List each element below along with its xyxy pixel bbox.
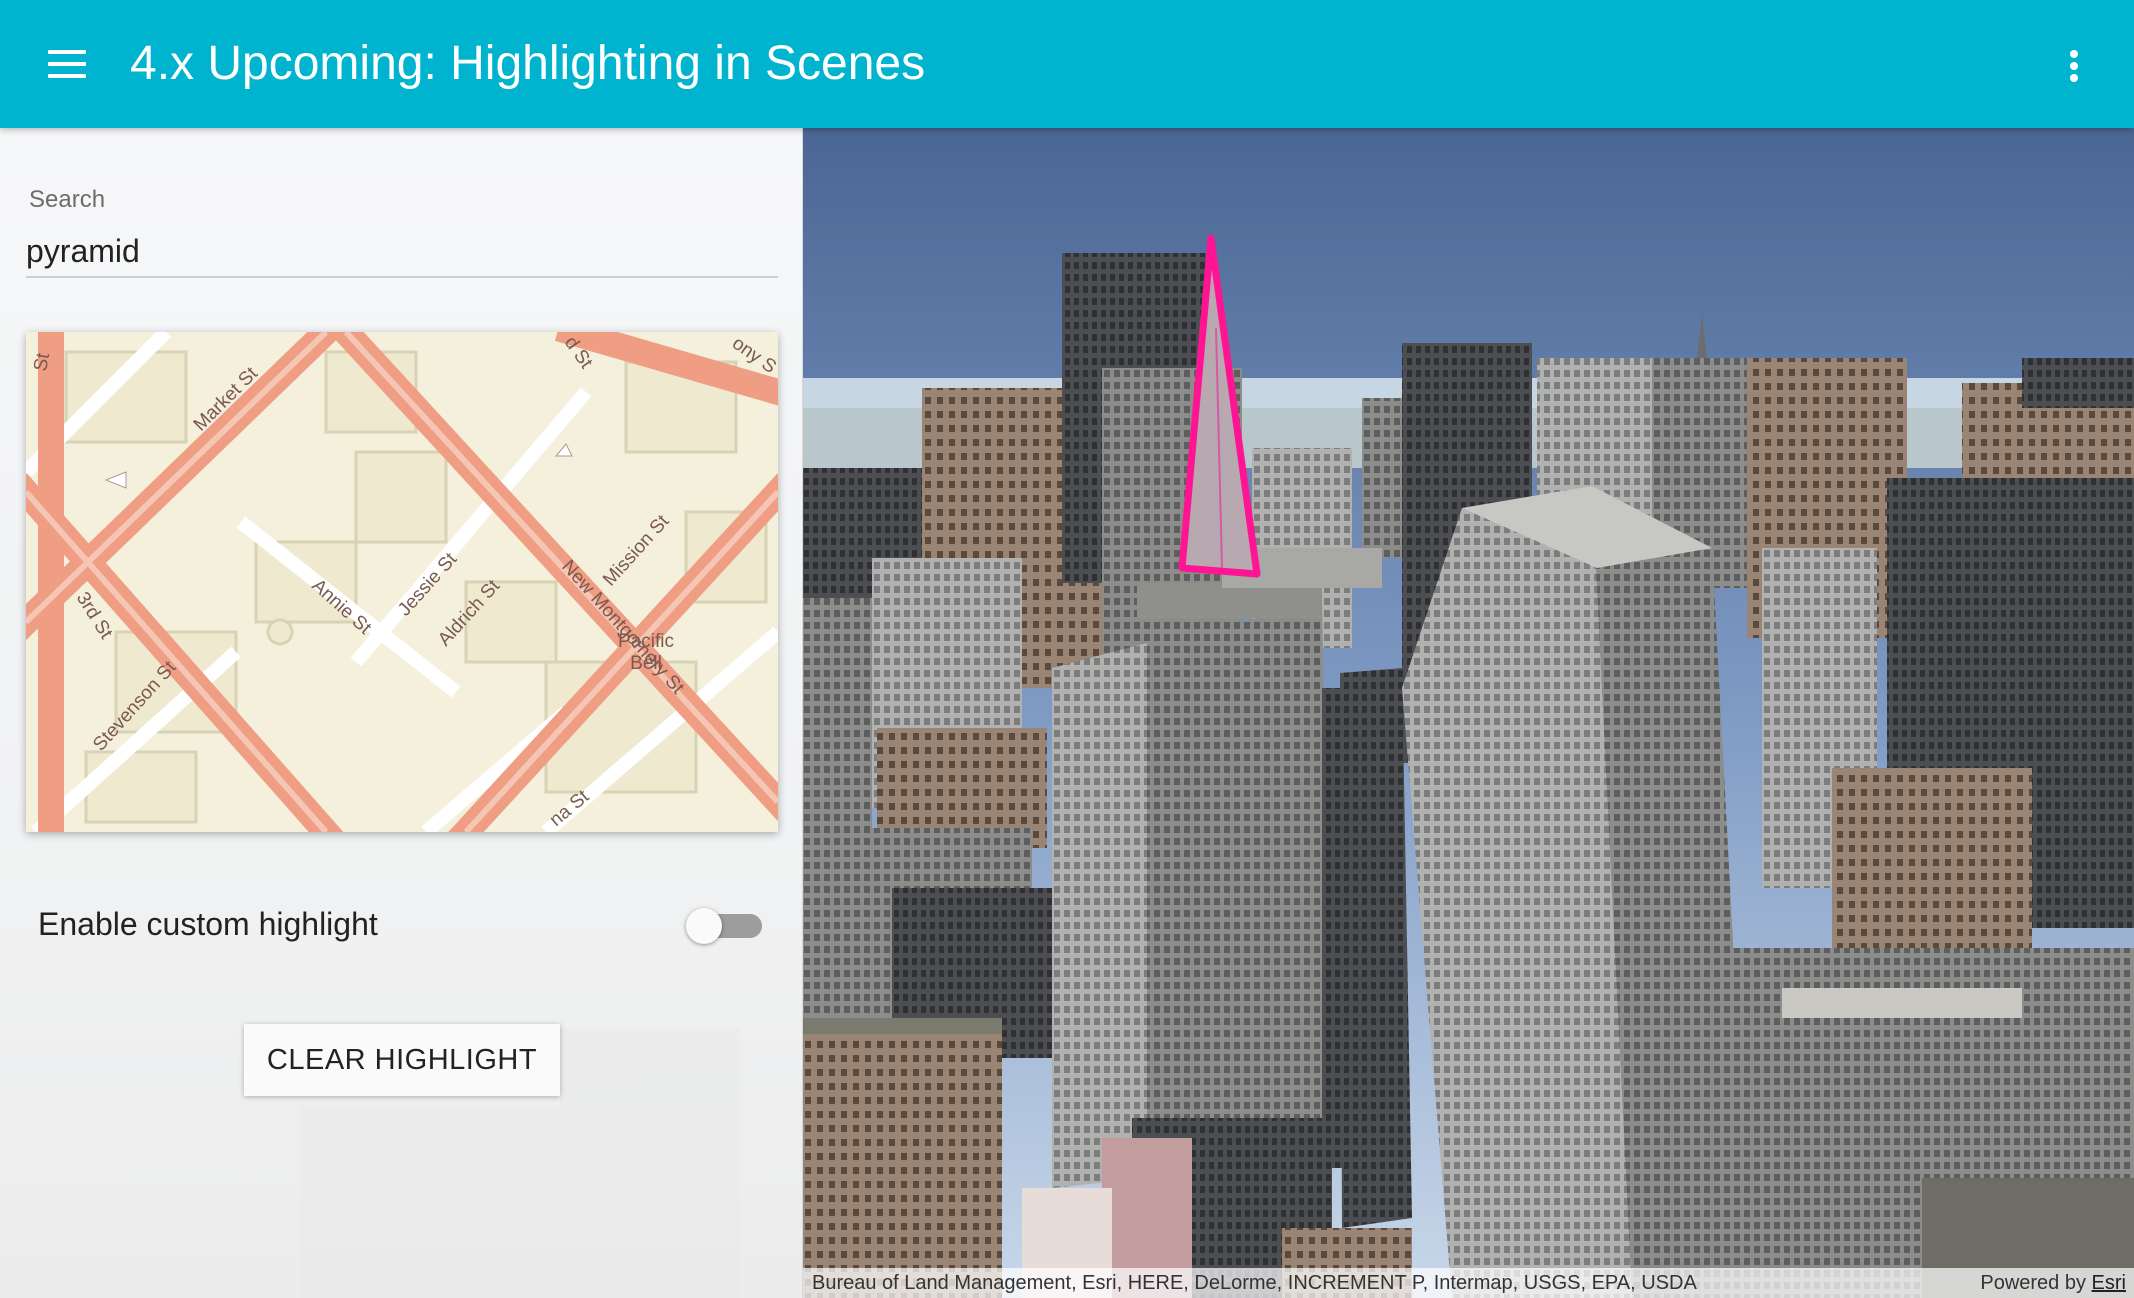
map-place-label: Bell xyxy=(630,653,662,674)
search-input[interactable] xyxy=(26,226,778,278)
app-header: 4.x Upcoming: Highlighting in Scenes xyxy=(0,0,2134,128)
overview-map-graphic: Market St 3rd St Stevenson St Annie St J… xyxy=(26,332,778,832)
powered-by: Powered by Esri xyxy=(1980,1268,2126,1298)
toggle-thumb xyxy=(686,908,722,944)
more-vertical-icon[interactable] xyxy=(2058,46,2090,86)
custom-highlight-toggle[interactable] xyxy=(686,908,766,944)
map-place-label: Pacific xyxy=(618,631,674,652)
clear-highlight-button[interactable]: CLEAR HIGHLIGHT xyxy=(244,1024,560,1096)
search-label: Search xyxy=(29,186,106,213)
overview-map[interactable]: Market St 3rd St Stevenson St Annie St J… xyxy=(26,332,778,832)
panel-background-shape xyxy=(560,1028,740,1298)
city-scene-graphic xyxy=(802,128,2134,1298)
custom-highlight-label: Enable custom highlight xyxy=(38,906,378,942)
side-panel: Search pyramid Market St 3rd St Stevenso… xyxy=(0,128,803,1298)
panel-background-shape xyxy=(300,1108,560,1298)
esri-link[interactable]: Esri xyxy=(2092,1272,2126,1294)
page-title: 4.x Upcoming: Highlighting in Scenes xyxy=(130,37,926,90)
map-attribution: Bureau of Land Management, Esri, HERE, D… xyxy=(802,1268,2134,1298)
scene-view[interactable]: Bureau of Land Management, Esri, HERE, D… xyxy=(802,128,2134,1298)
powered-by-text: Powered by xyxy=(1980,1272,2086,1294)
attribution-sources: Bureau of Land Management, Esri, HERE, D… xyxy=(812,1272,1697,1294)
hamburger-menu-icon[interactable] xyxy=(48,50,86,78)
